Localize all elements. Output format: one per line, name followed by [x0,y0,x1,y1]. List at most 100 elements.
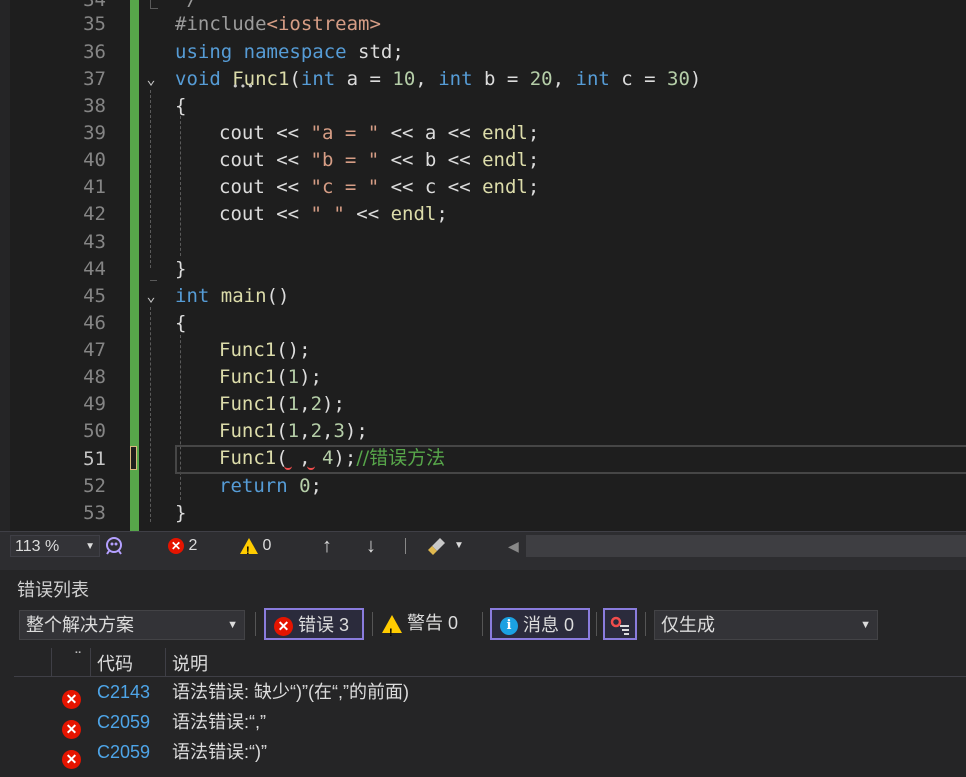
code-line-50: Func1(1,2,3); [219,418,368,445]
column-separator[interactable] [51,648,52,676]
zoom-select[interactable]: 113 % ▼ [10,535,100,557]
build-source-dropdown[interactable]: 仅生成 ▼ [654,610,878,640]
keyword-token: int [575,68,610,90]
function-name-token: endl [482,176,528,198]
divider [645,612,646,636]
warning-icon: ! [240,537,258,557]
warnings-filter-toggle[interactable]: ! 警告 0 [374,608,480,640]
error-code-link[interactable]: C2059 [97,737,150,767]
error-row[interactable]: ✕ C2059 语法错误:“)” [14,737,966,769]
line-number: 52 [83,475,106,497]
copilot-icon[interactable] [104,534,124,556]
column-separator[interactable] [90,648,91,676]
code-token: ( [276,393,288,415]
code-line-48: Func1(1); [219,364,322,391]
code-line-44: } [175,258,187,280]
chevron-down-icon: ▼ [860,619,871,631]
error-description: 语法错误: 缺少“)”(在“,”的前面) [172,682,409,702]
line-number: 39 [83,122,106,144]
arrow-up-icon: ↑ [322,535,332,557]
number-token: 2 [310,420,323,442]
code-cleanup-button[interactable]: ▼ [426,535,464,557]
line-number: 38 [83,95,106,117]
include-path-token: <iostream> [266,13,381,35]
code-editor[interactable]: 34 35 36 37 38 39 40 41 42 43 44 45 46 4… [0,0,966,531]
build-source-value: 仅生成 [661,615,715,635]
code-token: , [299,420,311,442]
code-token: cout << [219,176,311,198]
code-token: cout << [219,149,311,171]
errors-filter-toggle[interactable]: ✕ 错误 3 [264,608,364,640]
error-table-header: ⠉ 代码 说明 [14,648,966,677]
error-code-link[interactable]: C2143 [97,677,150,707]
messages-filter-toggle[interactable]: i 消息 0 [490,608,590,640]
line-number: 47 [83,339,106,361]
function-name-token: Func1 [219,366,277,388]
filter-options-button[interactable] [603,608,637,640]
indent-guide [180,335,181,500]
error-count-indicator[interactable]: ✕ 2 [168,535,197,557]
code-token: ; [436,203,448,225]
number-token: 2 [310,393,323,415]
line-number: 45 [83,285,106,307]
scope-bracket [150,0,158,9]
code-token: ; [527,149,540,171]
editor-left-strip [0,0,10,531]
divider [372,612,373,636]
error-icon: ✕ [62,743,81,773]
number-token: 1 [287,393,300,415]
function-name-token: endl [482,122,528,144]
scope-value: 整个解决方案 [26,615,134,635]
code-token: cout << [219,122,311,144]
error-list-panel: 错误列表 整个解决方案 ▼ ✕ 错误 3 ! 警告 0 i 消息 0 仅生成 ▼… [0,570,966,777]
line-number: 40 [83,149,106,171]
code-token: << [344,203,391,225]
code-line-36: using namespace std; [175,39,404,66]
code-token: ); [344,420,368,442]
next-issue-button[interactable]: ↓ [366,535,376,557]
divider [596,612,597,636]
function-name-token: Func1 [219,393,277,415]
horizontal-scrollbar[interactable] [526,535,966,557]
code-token: , [415,68,439,90]
arrow-left-glyph: ◀ [508,538,519,554]
scope-dropdown[interactable]: 整个解决方案 ▼ [19,610,245,640]
editor-status-bar: 113 % ▼ ✕ 2 ! 0 ↑ ↓ ▼ ◀ [0,531,966,560]
code-token: ( [276,420,288,442]
warning-count-indicator[interactable]: ! 0 [240,535,271,557]
error-code-link[interactable]: C2059 [97,707,150,737]
function-name-token: endl [482,149,528,171]
code-line-49: Func1(1,2); [219,391,345,418]
column-header-code[interactable]: 代码 [97,650,133,676]
previous-issue-button[interactable]: ↑ [322,535,332,557]
suggestion-dots-icon[interactable]: ••• [232,80,255,93]
fold-chevron-icon[interactable]: ⌄ [142,66,160,93]
fold-chevron-icon[interactable]: ⌄ [142,283,160,310]
current-line-marker [130,446,137,470]
column-header-description[interactable]: 说明 [172,650,208,676]
arrow-down-icon: ↓ [366,535,376,557]
code-line-51: Func1( , 4);//错误方法 [219,445,445,472]
code-token: (); [276,339,311,361]
number-token: 20 [529,68,553,90]
function-name-token: Func1 [219,420,277,442]
error-row[interactable]: ✕ C2059 语法错误:“,” [14,707,966,739]
error-row[interactable]: ✕ C2143 语法错误: 缺少“)”(在“,”的前面) [14,677,966,709]
code-token: , [299,393,311,415]
number-token: 0 [299,475,311,497]
code-line-38: { [175,95,187,117]
number-token: 4 [321,447,334,469]
code-token: ); [333,447,357,469]
column-separator[interactable] [165,648,166,676]
panel-separator [0,559,966,570]
code-line-40: cout << "b = " << b << endl; [219,147,539,174]
line-number: 50 [83,420,106,442]
code-token: std; [346,41,404,63]
sort-indicator-icon[interactable]: ⠉ [74,650,82,663]
function-name-token: main [220,285,267,307]
scroll-left-icon[interactable]: ◀ [508,535,519,557]
code-token: ; [310,475,322,497]
